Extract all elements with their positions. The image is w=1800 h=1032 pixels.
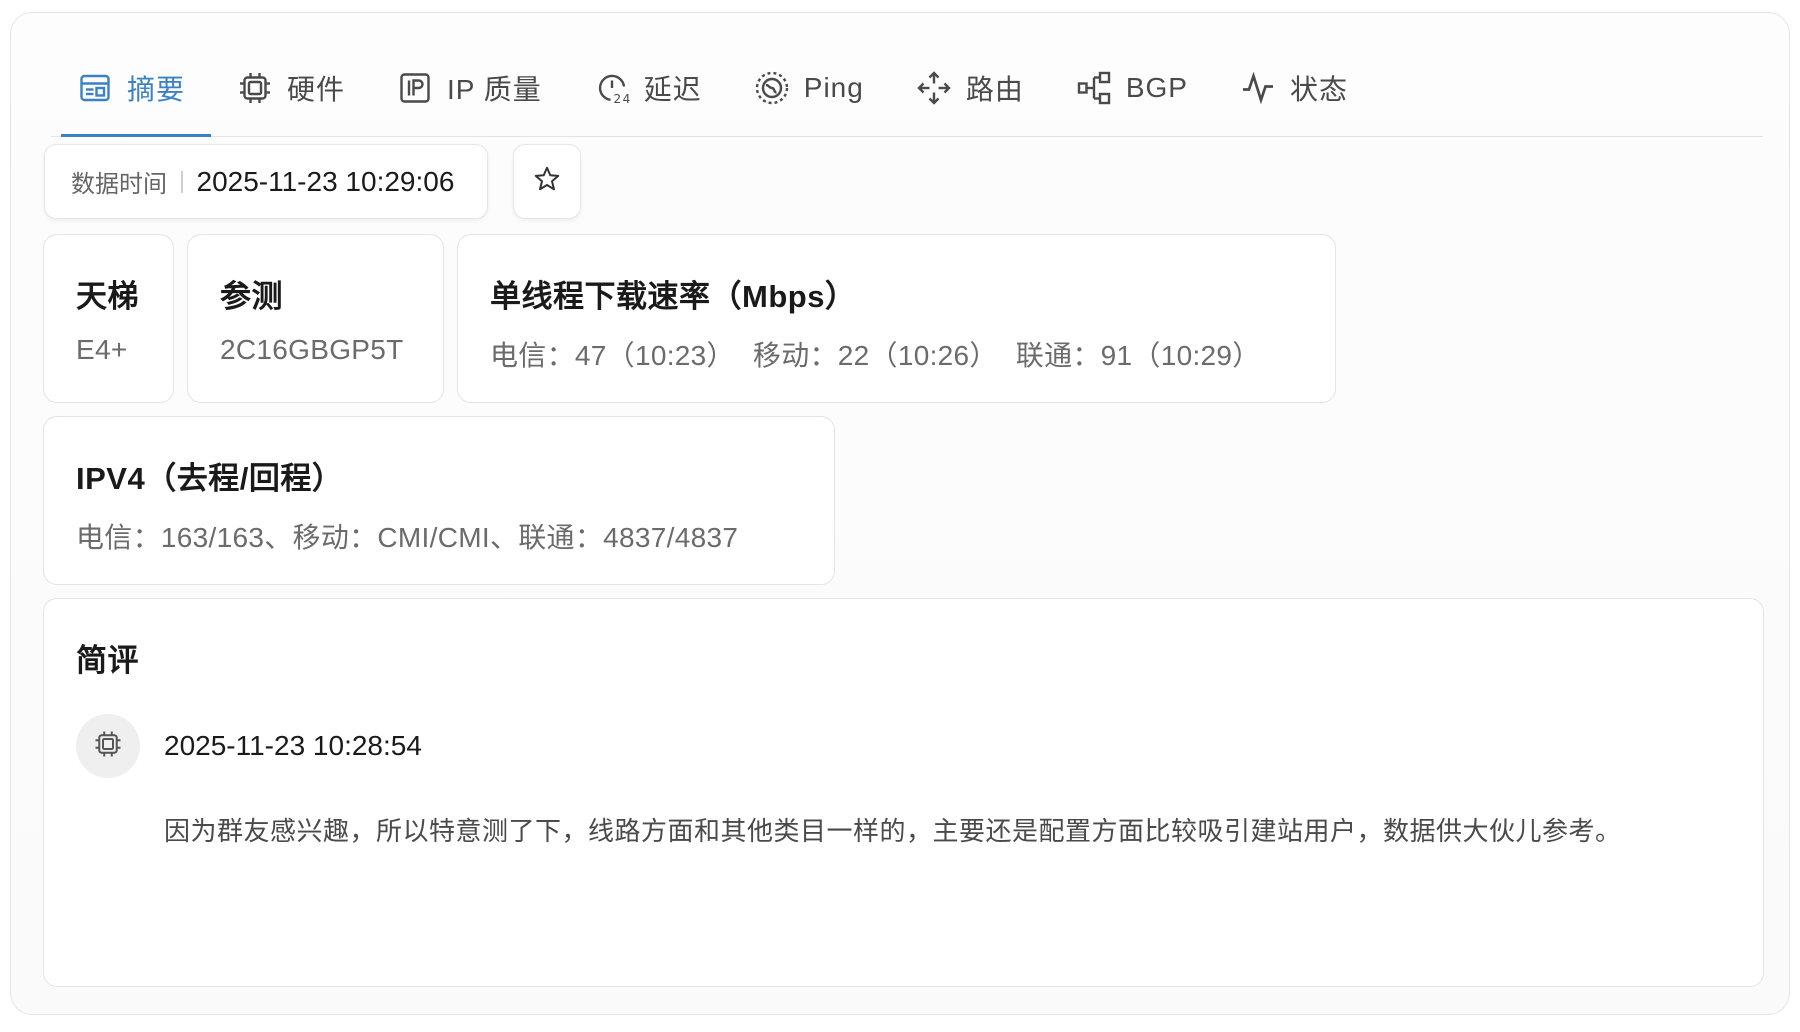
- tab-latency[interactable]: 24 延迟: [568, 63, 728, 135]
- summary-icon: [77, 70, 113, 106]
- review-title: 简评: [76, 643, 139, 678]
- route-icon: [916, 70, 952, 106]
- avatar: [76, 714, 140, 778]
- tier-title: 天梯: [76, 279, 139, 314]
- cpu-icon: [237, 70, 273, 106]
- tab-label: BGP: [1125, 72, 1188, 103]
- download-speed-card: 单线程下载速率（Mbps） 电信：47（10:23） 移动：22（10:26） …: [457, 234, 1336, 403]
- comment-text: 因为群友感兴趣，所以特意测了下，线路方面和其他类目一样的，主要还是配置方面比较吸…: [164, 816, 1622, 846]
- latency-24-icon: 24: [594, 70, 630, 106]
- tab-label: 延迟: [643, 74, 702, 105]
- globe-icon: [754, 70, 790, 106]
- ipv4-value: 电信：163/163、移动：CMI/CMI、联通：4837/4837: [76, 522, 739, 553]
- review-card: 简评 2025-11-23 10:28:54 因为群友感兴趣，所以特意测了下，线…: [43, 598, 1764, 987]
- tab-bgp[interactable]: BGP: [1050, 63, 1214, 135]
- tab-hardware[interactable]: 硬件: [211, 63, 371, 135]
- activity-icon: [1240, 70, 1276, 106]
- bgp-network-icon: [1076, 70, 1112, 106]
- download-speed-title: 单线程下载速率（Mbps）: [490, 279, 857, 314]
- comment-header: 2025-11-23 10:28:54: [76, 714, 422, 778]
- tab-label: 路由: [965, 74, 1024, 105]
- ipv4-card: IPV4（去程/回程） 电信：163/163、移动：CMI/CMI、联通：483…: [43, 416, 835, 585]
- tab-bar: 摘要 硬件 IP 质量 24 延迟 Ping 路由 BGP 状态: [51, 63, 1763, 137]
- data-time-badge: 数据时间 2025-11-23 10:29:06: [44, 144, 488, 219]
- tab-label: 状态: [1289, 74, 1348, 105]
- tab-label: 硬件: [287, 74, 346, 105]
- data-time-label: 数据时间: [71, 171, 167, 198]
- ip-icon: [397, 70, 433, 106]
- svg-text:24: 24: [613, 92, 630, 106]
- spec-title: 参测: [220, 279, 283, 314]
- spec-value: 2C16GBGP5T: [220, 334, 404, 365]
- star-icon: [532, 164, 562, 199]
- tab-ping[interactable]: Ping: [728, 63, 890, 135]
- tab-label: 摘要: [127, 74, 186, 105]
- tab-ip-quality[interactable]: IP 质量: [371, 63, 568, 135]
- divider: [181, 170, 183, 193]
- download-speed-value: 电信：47（10:23） 移动：22（10:26） 联通：91（10:29）: [490, 340, 1261, 371]
- main-panel: 摘要 硬件 IP 质量 24 延迟 Ping 路由 BGP 状态 数据时间 20…: [10, 12, 1790, 1015]
- tab-route[interactable]: 路由: [890, 63, 1050, 135]
- ipv4-title: IPV4（去程/回程）: [76, 461, 344, 496]
- spec-card: 参测 2C16GBGP5T: [187, 234, 444, 403]
- tab-label: IP 质量: [447, 74, 542, 105]
- tab-status[interactable]: 状态: [1214, 63, 1374, 135]
- tier-value: E4+: [76, 334, 128, 365]
- data-time-value: 2025-11-23 10:29:06: [196, 165, 455, 197]
- tab-summary[interactable]: 摘要: [51, 63, 212, 137]
- tab-label: Ping: [803, 72, 864, 103]
- comment-timestamp: 2025-11-23 10:28:54: [164, 730, 422, 761]
- cpu-icon: [93, 729, 123, 764]
- tier-card: 天梯 E4+: [43, 234, 174, 403]
- favorite-button[interactable]: [513, 144, 581, 219]
